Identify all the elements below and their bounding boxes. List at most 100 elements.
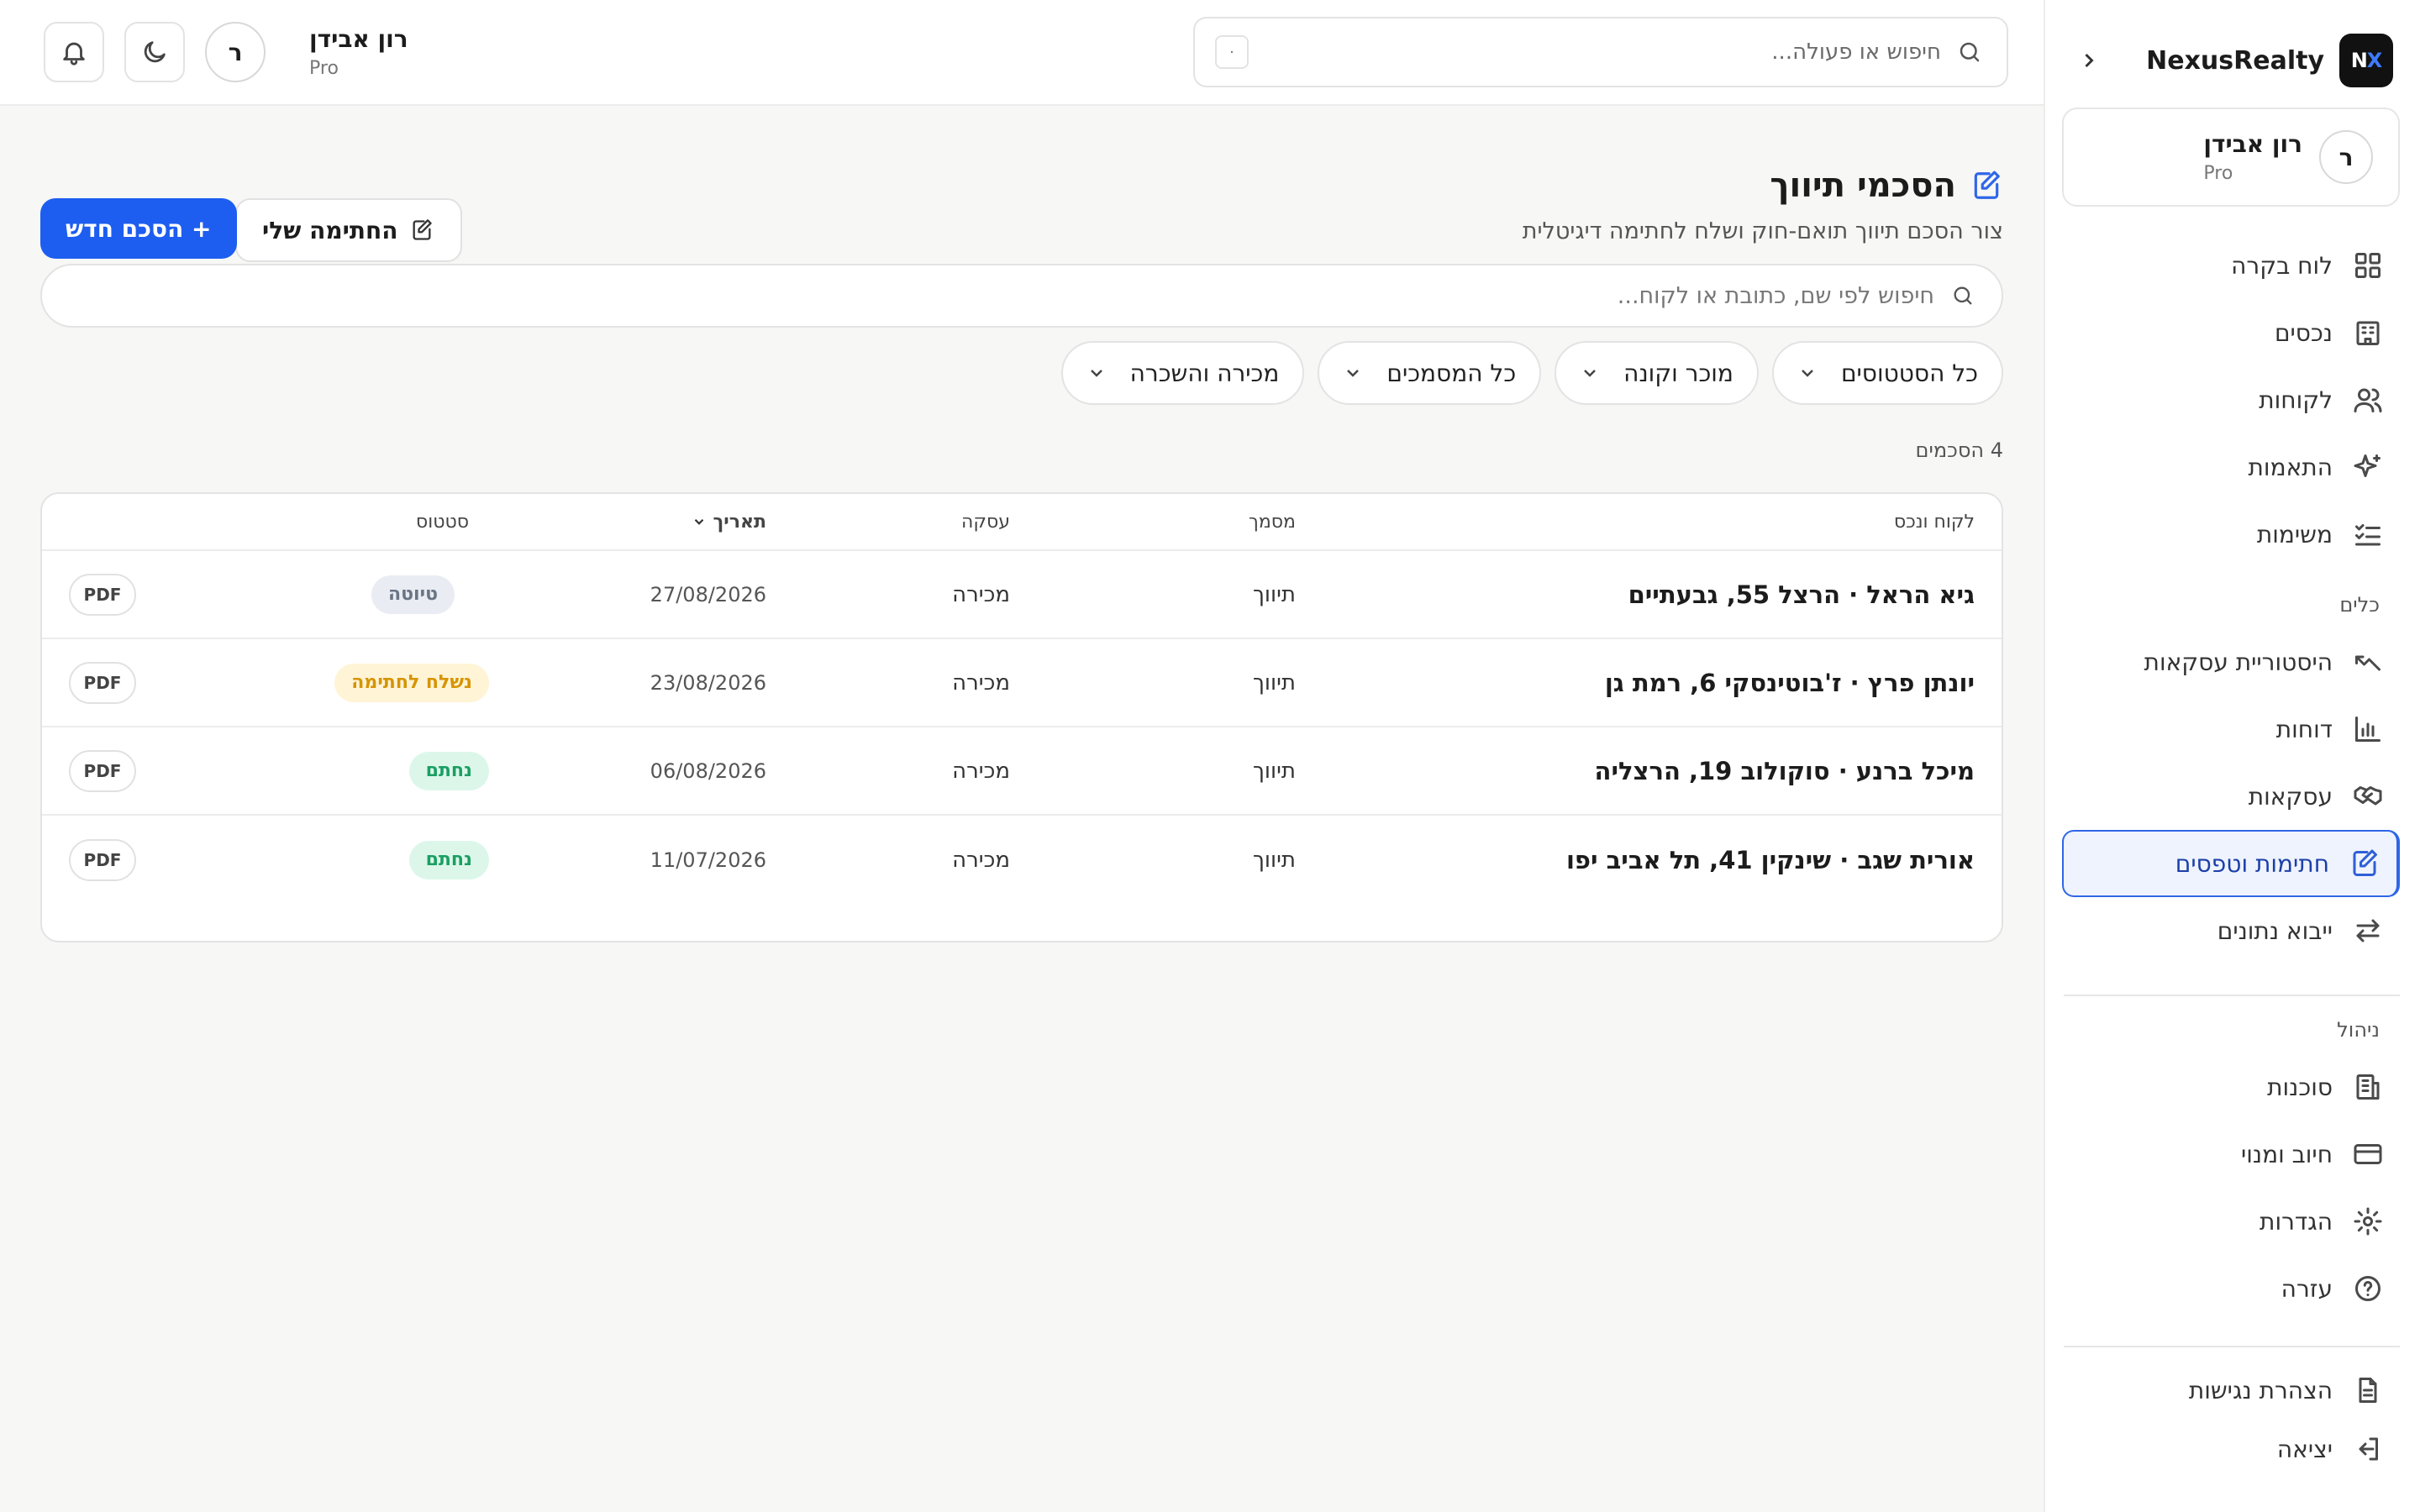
column-deal[interactable]: עסקה <box>961 494 1010 549</box>
user-plan: Pro <box>2203 163 2233 184</box>
footer-nav: הצהרת נגישות יציאה <box>2062 1361 2400 1478</box>
sidebar-item-reports[interactable]: דוחות <box>2062 696 2400 763</box>
sidebar-item-signatures[interactable]: חתימות וטפסים <box>2062 830 2400 897</box>
sidebar-item-properties[interactable]: נכסים <box>2062 299 2400 366</box>
logout-icon <box>2351 1432 2385 1466</box>
brand-logo[interactable]: NX <box>2339 34 2393 87</box>
deal-type: מכירה <box>952 758 1010 784</box>
pdf-button[interactable]: PDF <box>69 661 136 704</box>
credit-card-icon <box>2351 1137 2385 1171</box>
column-document[interactable]: מסמך <box>1249 494 1296 549</box>
chevron-down-icon <box>1343 363 1363 383</box>
collapse-sidebar-button[interactable] <box>2072 44 2106 77</box>
document-type: תיווך <box>1252 847 1296 873</box>
chevron-right-icon <box>2085 53 2094 68</box>
notifications-button[interactable] <box>44 22 104 82</box>
agreements-table: לקוח ונכס מסמך עסקה תאריך סטטוס גיא הראל… <box>40 492 2003 942</box>
deal-type: מכירה <box>952 669 1010 696</box>
sidebar-item-dashboard[interactable]: לוח בקרה <box>2062 232 2400 299</box>
user-plan: Pro <box>309 58 339 79</box>
sidebar-item-accessibility[interactable]: הצהרת נגישות <box>2062 1361 2400 1420</box>
agreement-date: 11/07/2026 <box>650 848 766 872</box>
document-type: תיווך <box>1252 758 1296 784</box>
top-user-area: ר רון אבידן Pro <box>44 20 408 84</box>
sparkles-icon <box>2351 450 2385 484</box>
sidebar-divider <box>2064 995 2400 996</box>
sidebar-item-import[interactable]: ייבוא נתונים <box>2062 897 2400 964</box>
sidebar-item-deal-history[interactable]: היסטוריית עסקאות <box>2062 628 2400 696</box>
filter-bar: כל הסטטוסים מוכר וקונה כל המסמכים מכירה … <box>1060 341 2003 405</box>
shortcut-key: · <box>1215 35 1249 69</box>
trend-icon <box>2351 645 2385 679</box>
document-filter[interactable]: כל המסמכים <box>1318 341 1542 405</box>
column-status[interactable]: סטטוס <box>416 494 469 549</box>
gear-icon <box>2351 1205 2385 1238</box>
main-nav: לוח בקרה נכסים לקוחות התאמות משימות <box>2062 232 2400 568</box>
sidebar: NX NexusRealty ר רון אבידן Pro לוח בקרה … <box>2044 0 2420 1512</box>
search-icon <box>1953 35 1986 69</box>
sort-down-icon <box>694 518 703 525</box>
party-filter[interactable]: מוכר וקונה <box>1555 341 1759 405</box>
status-badge: נחתם <box>408 751 489 790</box>
chevron-down-icon <box>1086 363 1107 383</box>
main-content: הסכמי תיווך צור הסכם תיווך תואם-חוק ושלח… <box>0 108 2044 1512</box>
agreements-count: 4 הסכמים <box>1915 438 2003 462</box>
sidebar-item-matches[interactable]: התאמות <box>2062 433 2400 501</box>
new-agreement-button[interactable]: + הסכם חדש <box>40 198 237 259</box>
avatar: ר <box>2319 130 2373 184</box>
sidebar-item-logout[interactable]: יציאה <box>2062 1420 2400 1478</box>
sidebar-item-clients[interactable]: לקוחות <box>2062 366 2400 433</box>
global-search-placeholder: חיפוש או פעולה... <box>1771 39 1941 65</box>
brand: NX NexusRealty <box>2072 34 2393 87</box>
checklist-icon <box>2351 517 2385 551</box>
document-icon <box>2351 1373 2385 1407</box>
page-header: הסכמי תיווך צור הסכם תיווך תואם-חוק ושלח… <box>40 150 2003 262</box>
admin-nav: סוכנות חיוב ומנוי הגדרות עזרה <box>2062 1053 2400 1322</box>
global-search-input[interactable]: חיפוש או פעולה... · <box>1193 17 2008 87</box>
sidebar-item-billing[interactable]: חיוב ומנוי <box>2062 1121 2400 1188</box>
pdf-button[interactable]: PDF <box>69 838 136 881</box>
sidebar-divider <box>2064 1346 2400 1347</box>
column-client[interactable]: לקוח ונכס <box>1894 494 1975 549</box>
client-property: יונתן פרץ · ז'בוטינסקי 6, רמת גן <box>1604 668 1975 697</box>
document-type: תיווך <box>1252 581 1296 607</box>
my-signature-button[interactable]: החתימה שלי <box>235 198 462 262</box>
signature-icon <box>1970 169 2003 202</box>
agreements-search-input[interactable]: חיפוש לפי שם, כתובת או לקוח... <box>40 264 2003 328</box>
table-header: לקוח ונכס מסמך עסקה תאריך סטטוס <box>42 494 2002 551</box>
table-row[interactable]: יונתן פרץ · ז'בוטינסקי 6, רמת גן תיווך מ… <box>42 639 2002 727</box>
table-row[interactable]: גיא הראל · הרצל 55, גבעתיים תיווך מכירה … <box>42 551 2002 639</box>
sidebar-item-agency[interactable]: סוכנות <box>2062 1053 2400 1121</box>
agreements-search-placeholder: חיפוש לפי שם, כתובת או לקוח... <box>1617 282 1934 309</box>
users-icon <box>2351 383 2385 417</box>
pdf-button[interactable]: PDF <box>69 749 136 792</box>
moon-icon <box>144 41 166 63</box>
sidebar-item-help[interactable]: עזרה <box>2062 1255 2400 1322</box>
table-row[interactable]: מיכל ברנע · סוקולוב 19, הרצליה תיווך מכי… <box>42 727 2002 816</box>
agreement-date: 23/08/2026 <box>650 670 766 695</box>
sidebar-item-settings[interactable]: הגדרות <box>2062 1188 2400 1255</box>
user-card[interactable]: ר רון אבידן Pro <box>2062 108 2400 207</box>
client-property: גיא הראל · הרצל 55, גבעתיים <box>1628 580 1975 609</box>
column-date-sort[interactable]: תאריך <box>692 494 766 549</box>
deal-type: מכירה <box>952 581 1010 607</box>
nav-section-tools: כלים <box>2339 593 2380 617</box>
chevron-down-icon <box>1797 363 1818 383</box>
client-property: מיכל ברנע · סוקולוב 19, הרצליה <box>1594 756 1975 785</box>
deal-type-filter[interactable]: מכירה והשכרה <box>1060 341 1305 405</box>
status-filter[interactable]: כל הסטטוסים <box>1771 341 2003 405</box>
document-type: תיווך <box>1252 669 1296 696</box>
table-row[interactable]: אורית שגב · שינקין 41, תל אביב יפו תיווך… <box>42 816 2002 904</box>
avatar[interactable]: ר <box>205 22 266 82</box>
signature-icon <box>2348 847 2381 880</box>
status-badge: נשלח לחתימה <box>334 663 489 702</box>
top-user-info[interactable]: רון אבידן Pro <box>309 25 408 79</box>
pdf-button[interactable]: PDF <box>69 573 136 616</box>
agreement-date: 06/08/2026 <box>650 759 766 783</box>
status-badge: טיוטה <box>371 575 455 614</box>
client-property: אורית שגב · שינקין 41, תל אביב יפו <box>1565 845 1975 874</box>
theme-toggle-button[interactable] <box>124 22 185 82</box>
office-icon <box>2351 1070 2385 1104</box>
sidebar-item-tasks[interactable]: משימות <box>2062 501 2400 568</box>
sidebar-item-deals[interactable]: עסקאות <box>2062 763 2400 830</box>
